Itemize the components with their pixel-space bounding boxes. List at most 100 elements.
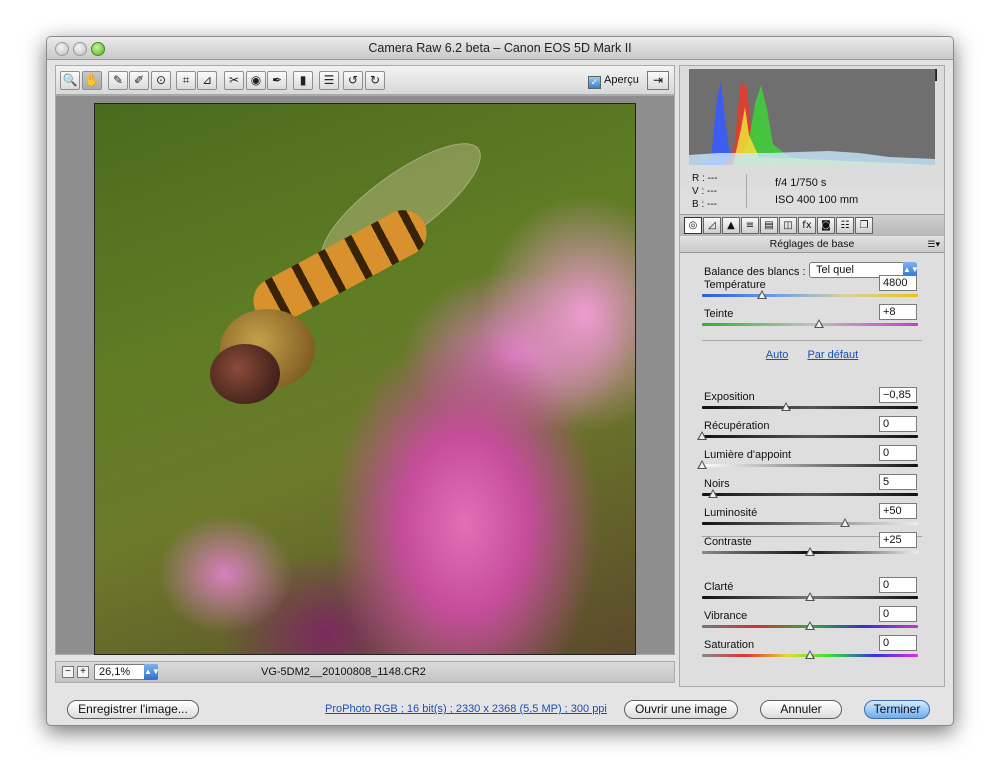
tab-hsl-icon[interactable]: ≡ (741, 217, 759, 234)
temperature-value-field[interactable]: 4800 (879, 275, 917, 291)
straighten-tool-icon[interactable]: ⊿ (197, 71, 217, 90)
fill-light-slider-thumb[interactable] (697, 460, 707, 469)
blacks-slider-track[interactable] (702, 493, 918, 496)
footer-bar: Enregistrer l'image... ProPhoto RGB ; 16… (47, 691, 953, 725)
brightness-value-field[interactable]: +50 (879, 503, 917, 519)
spot-removal-tool-icon[interactable]: ✂ (224, 71, 244, 90)
panel-tab-bar: ◎ ◿ ▲ ≡ ▤ ◫ fx ◙ ☷ ❐ (680, 214, 944, 238)
brightness-slider-thumb[interactable] (839, 518, 850, 527)
tab-effects-icon[interactable]: fx (798, 217, 816, 234)
saturation-slider-thumb[interactable] (805, 650, 815, 659)
rotate-right-icon[interactable]: ↻ (365, 71, 385, 90)
contrast-slider-row: Contraste +25 (680, 532, 944, 565)
clarity-label: Clarté (704, 581, 734, 593)
red-eye-tool-icon[interactable]: ◉ (246, 71, 266, 90)
brightness-label: Luminosité (704, 507, 758, 519)
basic-settings: Balance des blancs : Tel quel ▲▼ Auto Pa… (680, 253, 944, 686)
brightness-slider-track[interactable] (702, 522, 918, 525)
clarity-slider-thumb[interactable] (805, 592, 815, 601)
white-balance-value: Tel quel (816, 264, 854, 276)
blacks-slider-thumb[interactable] (707, 489, 718, 498)
workflow-options-link[interactable]: ProPhoto RGB ; 16 bit(s) ; 2330 x 2368 (… (325, 703, 607, 715)
v-readout: V : --- (692, 186, 717, 197)
tab-snapshots-icon[interactable]: ❐ (855, 217, 873, 234)
zoom-level-select[interactable]: 26,1% ▲▼ (94, 664, 160, 680)
tool-bar: 🔍 ✋ ✎ ✐ ⊙ ⌗ ⊿ ✂ ◉ ✒ ▮ ☰ ↺ ↻ ✓ Aperçu ⇥ (55, 65, 675, 95)
preview-checkbox[interactable]: ✓ (588, 76, 601, 89)
graduated-filter-icon[interactable]: ▮ (293, 71, 313, 90)
tab-camera-calibration-icon[interactable]: ◙ (817, 217, 835, 234)
crop-tool-icon[interactable]: ⌗ (176, 71, 196, 90)
clarity-value-field[interactable]: 0 (879, 577, 917, 593)
panel-title: Réglages de base ☰▾ (680, 236, 944, 253)
aperture-shutter: f/4 1/750 s (775, 177, 827, 189)
title-bar[interactable]: Camera Raw 6.2 beta – Canon EOS 5D Mark … (47, 37, 953, 60)
photo-preview[interactable] (94, 103, 636, 655)
histogram-luminance (689, 151, 935, 165)
vibrance-value-field[interactable]: 0 (879, 606, 917, 622)
open-image-button[interactable]: Ouvrir une image (624, 700, 738, 719)
exposure-slider-track[interactable] (702, 406, 918, 409)
tab-lens-icon[interactable]: ◫ (779, 217, 797, 234)
preview-label: Aperçu (604, 74, 639, 86)
adjustment-brush-icon[interactable]: ✒ (267, 71, 287, 90)
fill-light-slider-track[interactable] (702, 464, 918, 467)
saturation-slider-row: Saturation 0 (680, 635, 944, 668)
r-readout: R : --- (692, 173, 718, 184)
white-balance-tool-icon[interactable]: ✎ (108, 71, 128, 90)
tab-tone-curve-icon[interactable]: ◿ (703, 217, 721, 234)
tint-slider-track[interactable] (702, 323, 918, 326)
zoom-in-button[interactable]: + (77, 666, 89, 678)
save-image-button[interactable]: Enregistrer l'image... (67, 700, 199, 719)
zoom-tool-icon[interactable]: 🔍 (60, 71, 80, 90)
fullscreen-toggle-icon[interactable]: ⇥ (647, 71, 669, 90)
color-sampler-tool-icon[interactable]: ✐ (129, 71, 149, 90)
recovery-value-field[interactable]: 0 (879, 416, 917, 432)
image-canvas[interactable] (55, 95, 675, 655)
separator (702, 340, 922, 341)
targeted-adjustment-tool-icon[interactable]: ⊙ (151, 71, 171, 90)
tab-split-toning-icon[interactable]: ▤ (760, 217, 778, 234)
contrast-value-field[interactable]: +25 (879, 532, 917, 548)
fill-light-value-field[interactable]: 0 (879, 445, 917, 461)
window-title: Camera Raw 6.2 beta – Canon EOS 5D Mark … (368, 41, 632, 55)
exposure-label: Exposition (704, 391, 755, 403)
preferences-icon[interactable]: ☰ (319, 71, 339, 90)
hand-tool-icon[interactable]: ✋ (82, 71, 102, 90)
histogram-channels (689, 81, 935, 165)
tint-label: Teinte (704, 308, 734, 320)
exposure-slider-thumb[interactable] (781, 402, 792, 411)
tab-basic-icon[interactable]: ◎ (684, 217, 702, 234)
auto-link[interactable]: Auto (766, 349, 789, 361)
tint-slider-thumb[interactable] (813, 319, 824, 328)
recovery-slider-track[interactable] (702, 435, 918, 438)
image-status-bar: − + 26,1% ▲▼ VG-5DM2__20100808_1148.CR2 (55, 661, 675, 683)
done-button[interactable]: Terminer (864, 700, 930, 719)
tint-slider-row: Teinte +8 (680, 304, 944, 337)
temperature-slider-track[interactable] (702, 294, 918, 297)
auto-default-links: Auto Par défaut (680, 349, 944, 361)
exposure-value-field[interactable]: −0,85 (879, 387, 917, 403)
histogram (689, 69, 935, 165)
tint-value-field[interactable]: +8 (879, 304, 917, 320)
saturation-label: Saturation (704, 639, 755, 651)
histogram-area (680, 66, 944, 186)
recovery-slider-thumb[interactable] (697, 431, 707, 440)
blacks-value-field[interactable]: 5 (879, 474, 917, 490)
saturation-value-field[interactable]: 0 (879, 635, 917, 651)
file-name: VG-5DM2__20100808_1148.CR2 (261, 666, 426, 678)
tab-presets-icon[interactable]: ☷ (836, 217, 854, 234)
contrast-slider-thumb[interactable] (805, 547, 815, 556)
pixel-info: R : --- V : --- B : --- f/4 1/750 s ISO … (680, 172, 944, 214)
b-readout: B : --- (692, 199, 717, 210)
panel-menu-icon[interactable]: ☰▾ (927, 236, 940, 252)
histogram-graph (689, 81, 935, 165)
tab-detail-icon[interactable]: ▲ (722, 217, 740, 234)
default-link[interactable]: Par défaut (807, 349, 858, 361)
rotate-left-icon[interactable]: ↺ (343, 71, 363, 90)
preview-toggle[interactable]: ✓ Aperçu (588, 74, 639, 89)
vibrance-slider-thumb[interactable] (805, 621, 815, 630)
cancel-button[interactable]: Annuler (760, 700, 842, 719)
temperature-slider-thumb[interactable] (757, 290, 768, 299)
zoom-out-button[interactable]: − (62, 666, 74, 678)
